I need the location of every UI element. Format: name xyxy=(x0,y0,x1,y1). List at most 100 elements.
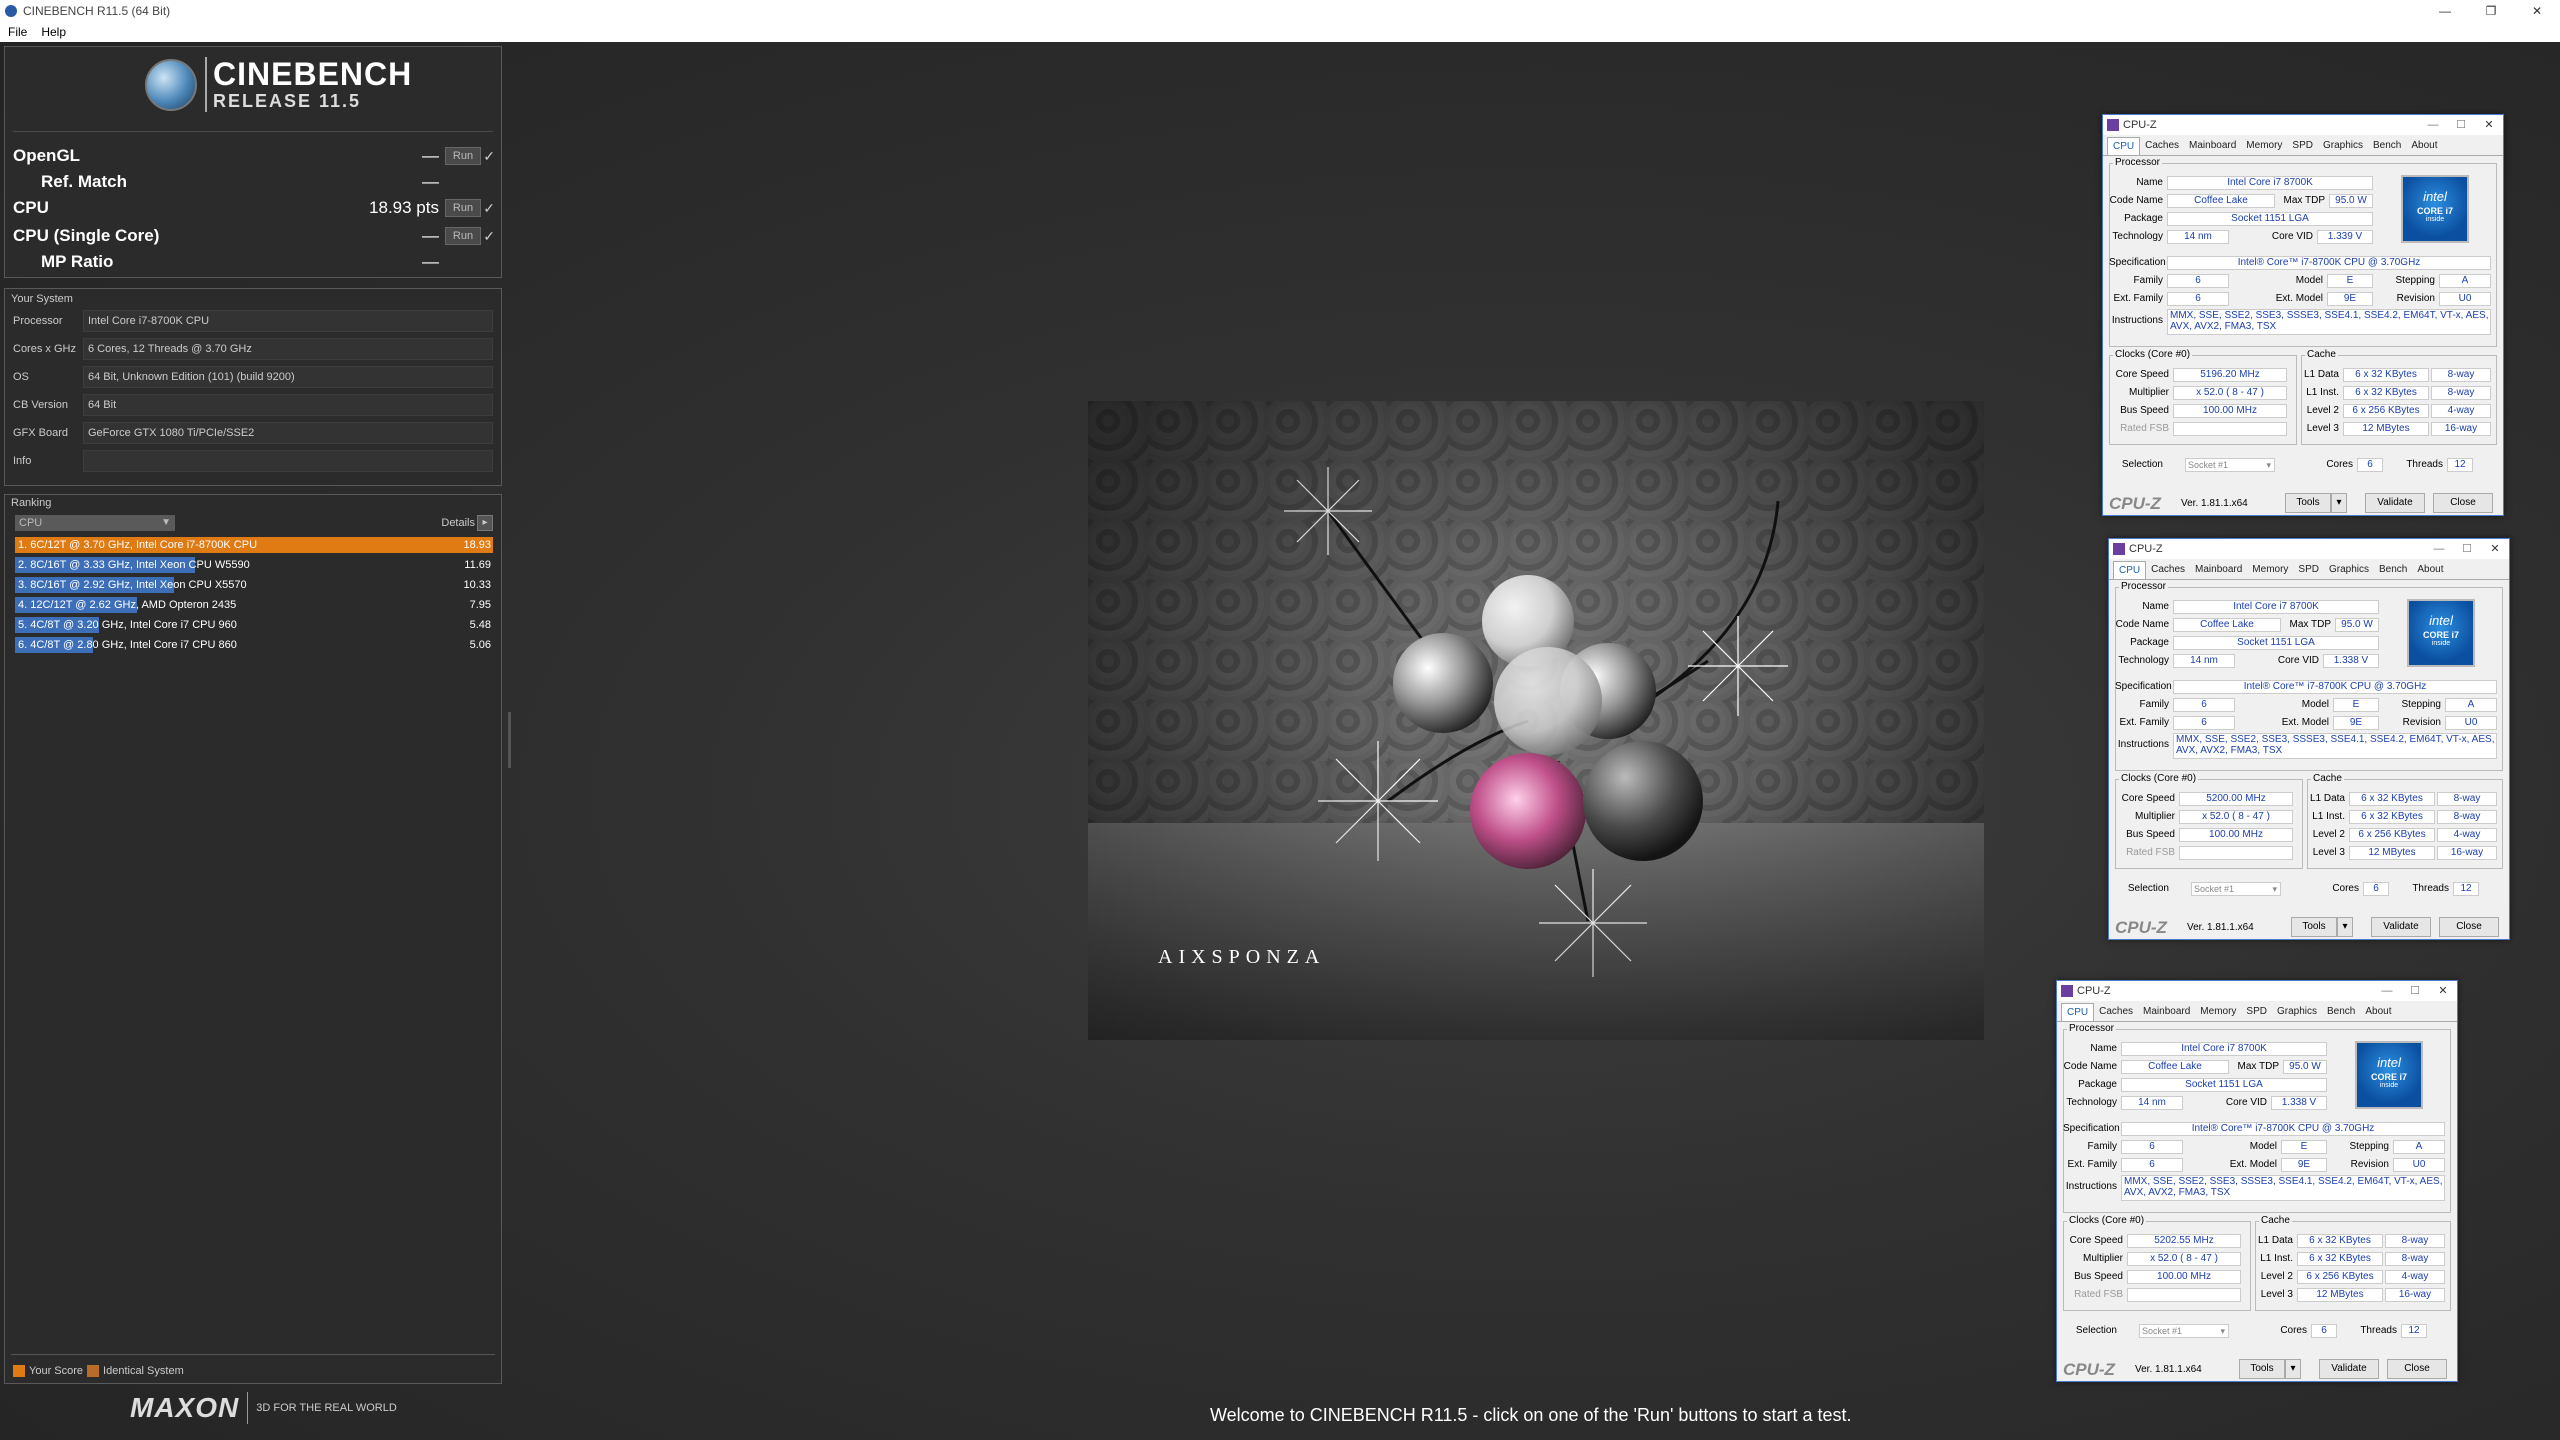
codename-value: Coffee Lake xyxy=(2167,194,2275,208)
field-label: Stepping xyxy=(2395,275,2435,286)
cpuz-close-footer-button[interactable]: Close xyxy=(2439,917,2499,937)
tab-caches[interactable]: Caches xyxy=(2146,561,2190,579)
tools-button[interactable]: Tools xyxy=(2239,1359,2285,1379)
tab-spd[interactable]: SPD xyxy=(2287,137,2318,155)
menu-help[interactable]: Help xyxy=(41,25,66,39)
tab-graphics[interactable]: Graphics xyxy=(2272,1003,2322,1021)
field-label: Name xyxy=(2136,177,2163,188)
tab-about[interactable]: About xyxy=(2360,1003,2396,1021)
tab-caches[interactable]: Caches xyxy=(2140,137,2184,155)
tab-cpu[interactable]: CPU xyxy=(2061,1003,2095,1021)
ranking-row[interactable]: 4. 12C/12T @ 2.62 GHz, AMD Opteron 2435 7… xyxy=(15,597,493,613)
intel-logo-model: CORE i7 xyxy=(2370,1072,2407,1082)
cores-value: 6 xyxy=(2311,1324,2337,1338)
l1-inst-value: 6 x 32 KBytes xyxy=(2349,810,2435,824)
cpuz-close-button[interactable]: ✕ xyxy=(2475,115,2503,135)
close-button[interactable]: ✕ xyxy=(2514,0,2560,22)
corevid-value: 1.338 V xyxy=(2323,654,2379,668)
field-label: L1 Inst. xyxy=(2312,811,2345,822)
ranking-row[interactable]: 1. 6C/12T @ 3.70 GHz, Intel Core i7-8700… xyxy=(15,537,493,553)
window-title: CINEBENCH R11.5 (64 Bit) xyxy=(23,4,171,18)
cpuz-version: Ver. 1.81.1.x64 xyxy=(2187,922,2254,933)
tab-graphics[interactable]: Graphics xyxy=(2324,561,2374,579)
cpu-checkbox[interactable]: ✓ xyxy=(483,200,495,217)
tools-dropdown-arrow[interactable]: ▾ xyxy=(2331,493,2347,513)
field-label: Max TDP xyxy=(2283,195,2326,206)
run-cpu-single-button[interactable]: Run xyxy=(445,227,481,245)
cpuz-brand-logo: CPU-Z xyxy=(2063,1360,2115,1379)
tab-cpu[interactable]: CPU xyxy=(2107,137,2141,155)
l2-way: 4-way xyxy=(2437,828,2497,842)
tab-graphics[interactable]: Graphics xyxy=(2318,137,2368,155)
cpuz-maximize-button[interactable]: ☐ xyxy=(2447,115,2475,135)
cpuz-minimize-button[interactable]: — xyxy=(2373,981,2401,1001)
ranking-row[interactable]: 3. 8C/16T @ 2.92 GHz, Intel Xeon CPU X55… xyxy=(15,577,493,593)
tab-caches[interactable]: Caches xyxy=(2094,1003,2138,1021)
tab-about[interactable]: About xyxy=(2412,561,2448,579)
menu-file[interactable]: File xyxy=(8,25,27,39)
tab-spd[interactable]: SPD xyxy=(2293,561,2324,579)
cpuz-close-button[interactable]: ✕ xyxy=(2429,981,2457,1001)
cinebench-sphere-icon xyxy=(145,58,197,111)
details-button[interactable]: ▸ xyxy=(477,515,493,531)
tools-button[interactable]: Tools xyxy=(2291,917,2337,937)
ranking-row[interactable]: 5. 4C/8T @ 3.20 GHz, Intel Core i7 CPU 9… xyxy=(15,617,493,633)
info-field[interactable] xyxy=(83,450,493,472)
tab-bench[interactable]: Bench xyxy=(2322,1003,2360,1021)
socket-select[interactable]: Socket #1 ▾ xyxy=(2191,882,2281,896)
tab-memory[interactable]: Memory xyxy=(2247,561,2293,579)
cpuz-close-footer-button[interactable]: Close xyxy=(2387,1359,2447,1379)
validate-button[interactable]: Validate xyxy=(2371,917,2431,937)
panel-splitter-handle[interactable] xyxy=(508,712,511,768)
cpuz-close-button[interactable]: ✕ xyxy=(2481,539,2509,559)
maximize-button[interactable]: ❐ xyxy=(2468,0,2514,22)
field-label: L1 Data xyxy=(2303,369,2339,380)
tab-mainboard[interactable]: Mainboard xyxy=(2184,137,2241,155)
sys-value: 6 Cores, 12 Threads @ 3.70 GHz xyxy=(83,338,493,360)
tab-memory[interactable]: Memory xyxy=(2195,1003,2241,1021)
socket-select[interactable]: Socket #1 ▾ xyxy=(2185,458,2275,472)
cpuz-minimize-button[interactable]: — xyxy=(2425,539,2453,559)
tab-cpu[interactable]: CPU xyxy=(2113,561,2147,579)
group-label: Clocks (Core #0) xyxy=(2119,773,2199,784)
validate-button[interactable]: Validate xyxy=(2365,493,2425,513)
minimize-button[interactable]: — xyxy=(2422,0,2468,22)
l2-way: 4-way xyxy=(2385,1270,2445,1284)
cpu-single-checkbox[interactable]: ✓ xyxy=(483,228,495,245)
ranking-row[interactable]: 6. 4C/8T @ 2.80 GHz, Intel Core i7 CPU 8… xyxy=(15,637,493,653)
sys-key: Info xyxy=(13,455,32,467)
cpu-name-value: Intel Core i7 8700K xyxy=(2167,176,2373,190)
tab-bench[interactable]: Bench xyxy=(2374,561,2412,579)
tab-about[interactable]: About xyxy=(2406,137,2442,155)
core-speed-value: 5202.55 MHz xyxy=(2127,1234,2241,1248)
tools-button[interactable]: Tools xyxy=(2285,493,2331,513)
ranking-label: 1. 6C/12T @ 3.70 GHz, Intel Core i7-8700… xyxy=(18,539,258,551)
stepping-value: A xyxy=(2393,1140,2445,1154)
cpuz-maximize-button[interactable]: ☐ xyxy=(2453,539,2481,559)
tab-mainboard[interactable]: Mainboard xyxy=(2138,1003,2195,1021)
cinebench-app-icon xyxy=(5,5,17,17)
model-value: E xyxy=(2327,274,2373,288)
cpu-name-value: Intel Core i7 8700K xyxy=(2121,1042,2327,1056)
field-label: Technology xyxy=(2118,655,2169,666)
l1-inst-way: 8-way xyxy=(2431,386,2491,400)
ranking-select[interactable]: CPU ▼ xyxy=(15,515,175,531)
validate-button[interactable]: Validate xyxy=(2319,1359,2379,1379)
cpuz-close-footer-button[interactable]: Close xyxy=(2433,493,2493,513)
socket-select[interactable]: Socket #1 ▾ xyxy=(2139,1324,2229,1338)
opengl-checkbox[interactable]: ✓ xyxy=(483,148,495,165)
legend-identical: Identical System xyxy=(103,1365,184,1377)
run-cpu-button[interactable]: Run xyxy=(445,199,481,217)
group-label: Clocks (Core #0) xyxy=(2113,349,2193,360)
run-opengl-button[interactable]: Run xyxy=(445,147,481,165)
ranking-row[interactable]: 2. 8C/16T @ 3.33 GHz, Intel Xeon CPU W55… xyxy=(15,557,493,573)
field-label: L1 Inst. xyxy=(2260,1253,2293,1264)
cpuz-maximize-button[interactable]: ☐ xyxy=(2401,981,2429,1001)
tools-dropdown-arrow[interactable]: ▾ xyxy=(2337,917,2353,937)
tools-dropdown-arrow[interactable]: ▾ xyxy=(2285,1359,2301,1379)
cpuz-minimize-button[interactable]: — xyxy=(2419,115,2447,135)
tab-memory[interactable]: Memory xyxy=(2241,137,2287,155)
tab-mainboard[interactable]: Mainboard xyxy=(2190,561,2247,579)
tab-spd[interactable]: SPD xyxy=(2241,1003,2272,1021)
tab-bench[interactable]: Bench xyxy=(2368,137,2406,155)
